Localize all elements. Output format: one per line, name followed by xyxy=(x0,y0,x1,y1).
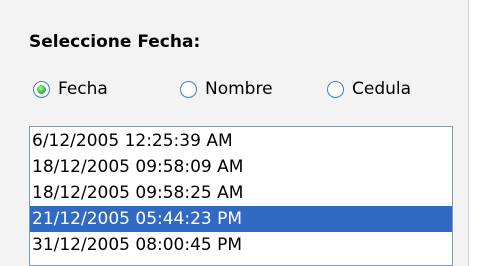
panel-heading: Seleccione Fecha: xyxy=(29,32,201,52)
list-item[interactable]: 18/12/2005 09:58:09 AM xyxy=(30,154,452,180)
radio-button-nombre-icon[interactable] xyxy=(180,80,197,98)
list-item[interactable]: 6/12/2005 12:25:39 AM xyxy=(30,128,452,154)
radio-label-fecha[interactable]: Fecha xyxy=(58,79,108,99)
radio-button-cedula-icon[interactable] xyxy=(327,80,344,98)
date-listbox[interactable]: 6/12/2005 12:25:39 AM 18/12/2005 09:58:0… xyxy=(29,126,453,266)
radio-label-cedula[interactable]: Cedula xyxy=(352,79,411,99)
list-item[interactable]: 18/12/2005 09:58:25 AM xyxy=(30,180,452,206)
window-edge xyxy=(468,0,477,266)
list-item[interactable]: 31/12/2005 08:00:45 PM xyxy=(30,232,452,258)
radio-option-nombre[interactable]: Nombre xyxy=(180,78,273,100)
radio-button-fecha-icon[interactable] xyxy=(33,80,50,98)
radio-label-nombre[interactable]: Nombre xyxy=(205,79,273,99)
list-item-selected[interactable]: 21/12/2005 05:44:23 PM xyxy=(30,206,452,232)
radio-option-fecha[interactable]: Fecha xyxy=(33,78,108,100)
radio-option-cedula[interactable]: Cedula xyxy=(327,78,411,100)
date-selection-panel: Seleccione Fecha: Fecha Nombre Cedula 6/… xyxy=(0,0,477,266)
